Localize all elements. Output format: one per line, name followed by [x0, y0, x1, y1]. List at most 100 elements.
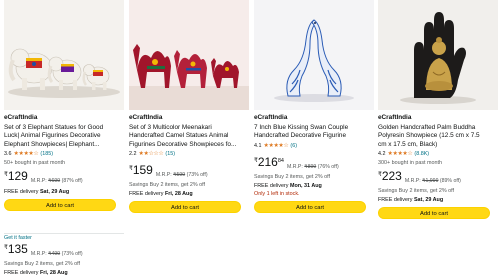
star-rating-icon[interactable]: ★★☆☆☆ — [139, 151, 164, 158]
delivery-prefix: FREE delivery — [129, 191, 164, 198]
price-row: ₹ 135 M.R.P: ₹499 (73% off) — [4, 243, 124, 260]
product-title[interactable]: Set of 3 Multicolor Meenakari Handcrafte… — [129, 124, 249, 149]
delivery-date: Sat, 29 Aug — [413, 197, 444, 204]
delivery-date: Fri, 28 Aug — [164, 191, 193, 198]
title-line[interactable]: Golden Handcrafted Palm Buddha — [378, 124, 498, 132]
add-to-cart-button[interactable]: Add to cart — [254, 200, 366, 213]
title-line[interactable]: Handcrafted Decorative Figurine — [254, 132, 374, 140]
mrp-value: ₹699 — [48, 178, 61, 185]
delivery-info: FREE delivery Sat, 29 Aug — [378, 197, 498, 204]
price[interactable]: ₹ 159 — [129, 164, 153, 176]
add-to-cart-button[interactable]: Add to cart — [4, 199, 116, 212]
product-image[interactable] — [129, 0, 249, 110]
title-line[interactable]: Polyresin Showpiece (12.5 cm x 7.5 — [378, 132, 498, 140]
product-card-swans[interactable]: eCraftIndia 7 Inch Blue Kissing Swan Cou… — [254, 0, 374, 213]
rating-count[interactable]: (185) — [40, 151, 53, 158]
product-image[interactable] — [378, 0, 498, 110]
rating-value: 4.2 — [378, 151, 386, 158]
price[interactable]: ₹ 129 — [4, 170, 28, 182]
price-row: ₹ 223 M.R.P: ₹1,999 (89% off) — [378, 170, 498, 187]
star-rating-icon[interactable]: ★★★★☆ — [264, 143, 289, 150]
bought-count: 300+ bought in past month — [378, 160, 442, 167]
rating-row[interactable]: 3.6 ★★★★☆ (185) — [4, 151, 124, 158]
product-image[interactable] — [4, 0, 124, 110]
mrp-label: M.R.P: — [404, 178, 421, 185]
price-row: ₹ 129 M.R.P: ₹699 (87% off) — [4, 170, 124, 187]
elephant-statues-image — [4, 0, 124, 110]
discount: (87% off) — [61, 178, 83, 185]
price-value: 129 — [7, 169, 28, 184]
product-card-elephants[interactable]: eCraftIndia Set of 3 Elephant Statues fo… — [4, 0, 124, 212]
title-line[interactable]: 7 Inch Blue Kissing Swan Couple — [254, 124, 374, 132]
mrp: M.R.P: ₹599 (73% off) — [156, 169, 208, 181]
discount: (73% off) — [186, 172, 208, 179]
rating-count[interactable]: (15) — [165, 151, 175, 158]
mrp-value: ₹499 — [48, 251, 61, 257]
star-rating-icon[interactable]: ★★★★☆ — [388, 151, 413, 158]
mrp-value: ₹1,999 — [422, 178, 439, 185]
price-value: 135 — [7, 242, 28, 256]
title-line[interactable]: Elephant Showpieces| Elephant... — [4, 141, 124, 149]
delivery-info: FREE delivery Fri, 28 Aug — [4, 270, 124, 277]
add-to-cart-button[interactable]: Add to cart — [378, 207, 490, 220]
price-value: 216 — [257, 154, 278, 169]
product-card-camels[interactable]: eCraftIndia Set of 3 Multicolor Meenakar… — [129, 0, 249, 214]
savings-text: Savings Buy 2 items, get 2% off — [129, 182, 206, 189]
bought-count: 50+ bought in past month — [4, 160, 65, 167]
extra-offer: Get it faster ₹ 135 M.R.P: ₹499 (73% off… — [4, 233, 124, 277]
brand-name: eCraftIndia — [4, 114, 38, 121]
get-it-faster-label[interactable]: Get it faster — [4, 234, 124, 242]
rating-count[interactable]: (6) — [290, 143, 297, 150]
product-card-buddha[interactable]: eCraftIndia Golden Handcrafted Palm Budd… — [378, 0, 498, 220]
swan-couple-image — [254, 0, 374, 110]
title-line[interactable]: Set of 3 Elephant Statues for Good — [4, 124, 124, 132]
discount: (89% off) — [439, 178, 461, 185]
mrp: M.R.P: ₹699 (87% off) — [31, 175, 83, 187]
product-title[interactable]: 7 Inch Blue Kissing Swan Couple Handcraf… — [254, 124, 374, 141]
star-rating-icon[interactable]: ★★★★☆ — [14, 151, 39, 158]
delivery-info: FREE delivery Sat, 29 Aug — [4, 189, 124, 196]
price[interactable]: ₹ 223 — [378, 170, 402, 182]
price[interactable]: ₹ 135 — [4, 243, 28, 255]
title-line[interactable]: cm x 17.5 cm, Black) — [378, 141, 498, 149]
delivery-info: FREE delivery Mon, 31 Aug — [254, 183, 374, 190]
mrp: M.R.P: ₹1,999 (89% off) — [405, 175, 461, 187]
add-to-cart-button[interactable]: Add to cart — [129, 201, 241, 214]
mrp-label: M.R.P: — [30, 178, 47, 185]
rating-row[interactable]: 2.2 ★★☆☆☆ (15) — [129, 151, 249, 158]
rating-row[interactable]: 4.1 ★★★★☆ (6) — [254, 143, 374, 150]
delivery-prefix: FREE delivery — [4, 189, 39, 196]
product-image[interactable] — [254, 0, 374, 110]
camel-statues-image — [129, 0, 249, 110]
savings-text: Savings Buy 2 items, get 2% off — [4, 261, 81, 267]
brand-name: eCraftIndia — [378, 114, 412, 121]
delivery-prefix: FREE delivery — [378, 197, 413, 204]
delivery-date: Mon, 31 Aug — [289, 182, 322, 189]
title-line[interactable]: Luck| Animal Figurines Decorative — [4, 132, 124, 140]
product-title[interactable]: Set of 3 Elephant Statues for Good Luck|… — [4, 124, 124, 149]
delivery-date: Sat, 29 Aug — [39, 189, 70, 196]
rating-row[interactable]: 4.2 ★★★★☆ (8.8K) — [378, 151, 498, 158]
discount: (76% off) — [317, 163, 339, 170]
delivery-prefix: FREE delivery — [254, 182, 289, 189]
delivery-date: Fri, 28 Aug — [39, 270, 68, 276]
brand-name: eCraftIndia — [129, 114, 163, 121]
title-line[interactable]: Set of 3 Multicolor Meenakari — [129, 124, 249, 132]
mrp: M.R.P: ₹499 (73% off) — [31, 248, 83, 260]
delivery-prefix: FREE delivery — [4, 270, 39, 276]
product-title[interactable]: Golden Handcrafted Palm Buddha Polyresin… — [378, 124, 498, 149]
title-line[interactable]: Handcrafted Camel Statues Animal — [129, 132, 249, 140]
mrp-label: M.R.P: — [286, 163, 303, 170]
title-line[interactable]: Figurines Decorative Showpieces fo... — [129, 141, 249, 149]
mrp-value: ₹599 — [173, 172, 186, 179]
price-row: ₹ 159 M.R.P: ₹599 (73% off) — [129, 164, 249, 181]
price-value: 223 — [381, 169, 402, 184]
rating-value: 2.2 — [129, 151, 137, 158]
brand-name: eCraftIndia — [254, 114, 288, 121]
savings-text: Savings Buy 2 items, get 2% off — [254, 173, 331, 180]
price-row: ₹ 216 84 M.R.P: ₹899 (76% off) — [254, 156, 374, 173]
rating-count[interactable]: (8.8K) — [414, 151, 429, 158]
buddha-palm-image — [378, 0, 498, 110]
price-value: 159 — [132, 163, 153, 178]
price[interactable]: ₹ 216 84 — [254, 156, 284, 168]
